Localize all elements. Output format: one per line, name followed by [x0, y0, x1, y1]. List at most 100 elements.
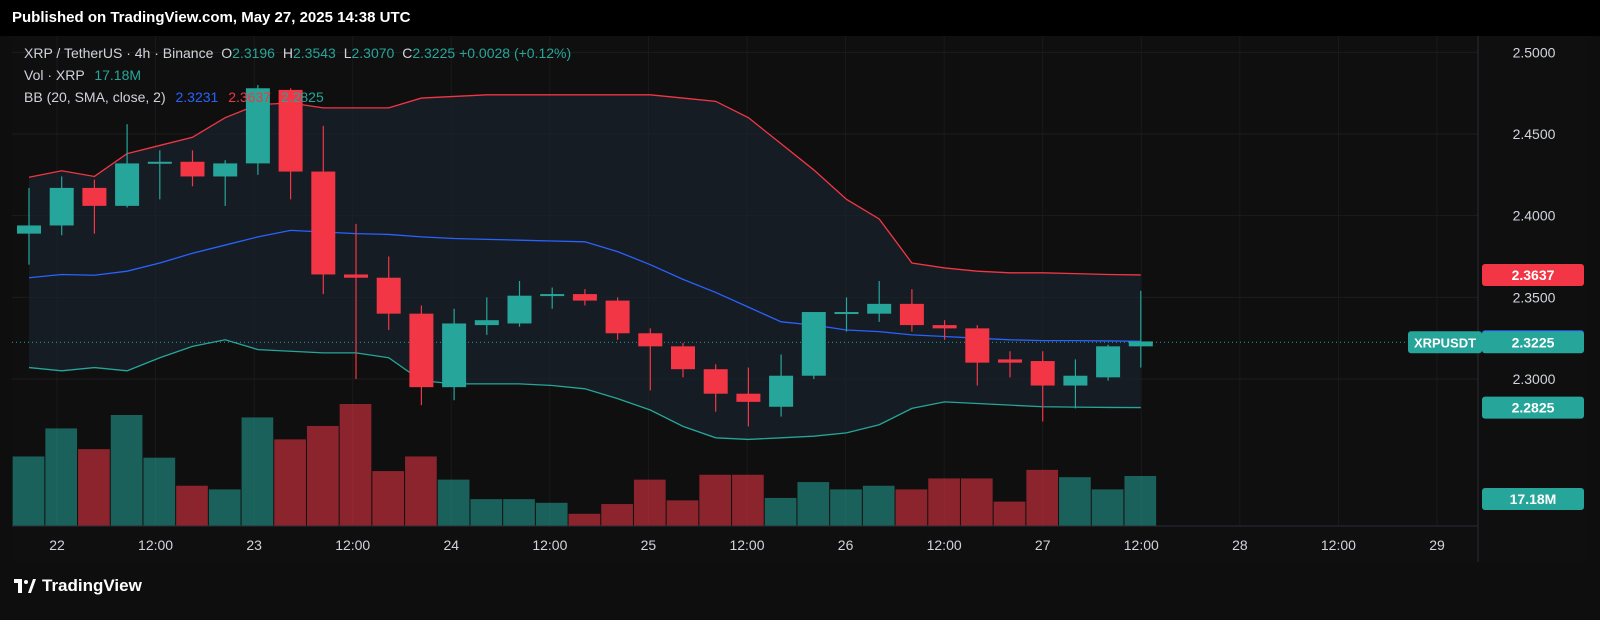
candle-body — [1128, 341, 1153, 347]
candle-body — [474, 320, 499, 326]
volume-bar — [12, 456, 45, 526]
price-badge-label: 2.3637 — [1512, 267, 1555, 283]
candle-body — [1030, 361, 1055, 386]
volume-bar — [1124, 475, 1157, 526]
volume-bar — [437, 479, 470, 526]
candle-body — [736, 393, 761, 402]
price-tick-label: 2.4000 — [1513, 208, 1556, 224]
chart-frame[interactable]: XRP / TetherUS · 4h · Binance O2.3196 H2… — [12, 36, 1588, 562]
candle-body — [1063, 375, 1088, 386]
volume-bar — [110, 414, 143, 526]
legend-bb-row: BB (20, SMA, close, 2) 2.3231 2.3637 2.2… — [24, 86, 571, 108]
volume-bar — [143, 457, 176, 526]
volume-bar — [1091, 489, 1124, 526]
candle-body — [442, 323, 467, 388]
volume-bar — [1059, 477, 1091, 526]
price-tick-label: 2.5000 — [1513, 44, 1556, 60]
legend-bb-lower: 2.2825 — [280, 89, 324, 105]
candle-body — [213, 163, 238, 177]
tradingview-logo-icon — [14, 579, 36, 593]
legend-vol-value: 17.18M — [94, 67, 142, 83]
time-tick-label: 25 — [641, 537, 657, 553]
volume-bar — [535, 502, 568, 526]
volume-bar — [928, 478, 960, 526]
time-tick-label: 23 — [246, 537, 262, 553]
candle-body — [1096, 346, 1121, 378]
candle-body — [344, 274, 368, 278]
price-tick-label: 2.4500 — [1513, 126, 1556, 142]
candle-body — [605, 300, 630, 334]
time-tick-label: 29 — [1429, 537, 1445, 553]
candle-body — [638, 333, 663, 347]
price-tick-label: 2.3500 — [1513, 289, 1556, 305]
legend-symbol[interactable]: XRP / TetherUS · 4h · Binance — [24, 45, 213, 61]
candle-body — [409, 313, 434, 388]
candle-body — [147, 161, 172, 164]
candle-body — [572, 294, 597, 301]
volume-bar — [274, 439, 306, 526]
volume-bar — [45, 428, 78, 526]
volume-bar — [830, 489, 862, 526]
legend-bb-label[interactable]: BB (20, SMA, close, 2) — [24, 89, 166, 105]
volume-bar — [633, 479, 666, 526]
volume-bar — [176, 485, 208, 526]
time-tick-label: 24 — [443, 537, 459, 553]
time-tick-label: 26 — [838, 537, 854, 553]
candle-body — [769, 375, 794, 407]
published-header: Published on TradingView.com, May 27, 20… — [0, 0, 1600, 36]
volume-bar — [601, 504, 633, 526]
volume-bar — [797, 482, 830, 526]
legend-close: 2.3225 — [412, 45, 456, 61]
volume-bar — [862, 485, 895, 526]
legend-vol-label[interactable]: Vol · XRP — [24, 67, 84, 83]
published-text: Published on TradingView.com, May 27, 20… — [12, 9, 411, 26]
candle-body — [867, 303, 892, 314]
volume-bar — [568, 513, 601, 526]
legend-l-label: L — [343, 45, 352, 61]
time-tick-label: 12:00 — [729, 537, 764, 553]
volume-bar — [895, 489, 928, 526]
candle-body — [671, 346, 695, 370]
price-chart[interactable]: 22 12:00 23 12:00 24 12:00 25 12:00 26 12:00 27 12:… — [12, 36, 1588, 562]
price-tick-label: 2.3000 — [1513, 371, 1556, 387]
time-tick-label: 12:00 — [1321, 537, 1356, 553]
volume-bar — [372, 471, 405, 526]
candle-body — [540, 294, 565, 297]
candle-body — [311, 171, 336, 275]
legend-c-label: C — [402, 45, 413, 61]
legend-symbol-row: XRP / TetherUS · 4h · Binance O2.3196 H2… — [24, 42, 571, 64]
volume-bar — [764, 497, 797, 526]
time-tick-label: 12:00 — [138, 537, 173, 553]
legend-bb-upper: 2.3637 — [228, 89, 272, 105]
legend-bb-basis: 2.3231 — [175, 89, 219, 105]
volume-bar — [503, 499, 535, 526]
volume-bar — [78, 449, 110, 526]
candle-body — [965, 328, 990, 363]
time-tick-label: 12:00 — [927, 537, 962, 553]
candle-body — [49, 187, 74, 226]
time-tick-label: 27 — [1035, 537, 1051, 553]
legend-low: 2.3070 — [351, 45, 395, 61]
legend-volume-row: Vol · XRP 17.18M — [24, 64, 571, 86]
candle-body — [507, 295, 532, 324]
price-badge-label: 2.3225 — [1512, 334, 1555, 350]
time-tick-label: 12:00 — [335, 537, 370, 553]
legend-high: 2.3543 — [292, 45, 336, 61]
candle-body — [376, 277, 401, 314]
volume-bar — [306, 425, 339, 526]
volume-bar — [241, 417, 274, 526]
candle-body — [998, 359, 1022, 363]
legend-open: 2.3196 — [232, 45, 275, 61]
bb-band-fill — [29, 94, 1141, 440]
tradingview-logo[interactable]: TradingView — [14, 576, 142, 596]
time-tick-label: 12:00 — [532, 537, 567, 553]
volume-bar — [470, 499, 503, 526]
volume-bar — [339, 404, 372, 526]
volume-bar — [666, 500, 699, 526]
candle-body — [899, 303, 924, 326]
candle-body — [801, 312, 826, 376]
volume-bar — [993, 501, 1026, 526]
legend-o-label: O — [221, 45, 233, 61]
candle-body — [115, 163, 140, 206]
legend-change: +0.0028 (+0.12%) — [459, 45, 572, 61]
